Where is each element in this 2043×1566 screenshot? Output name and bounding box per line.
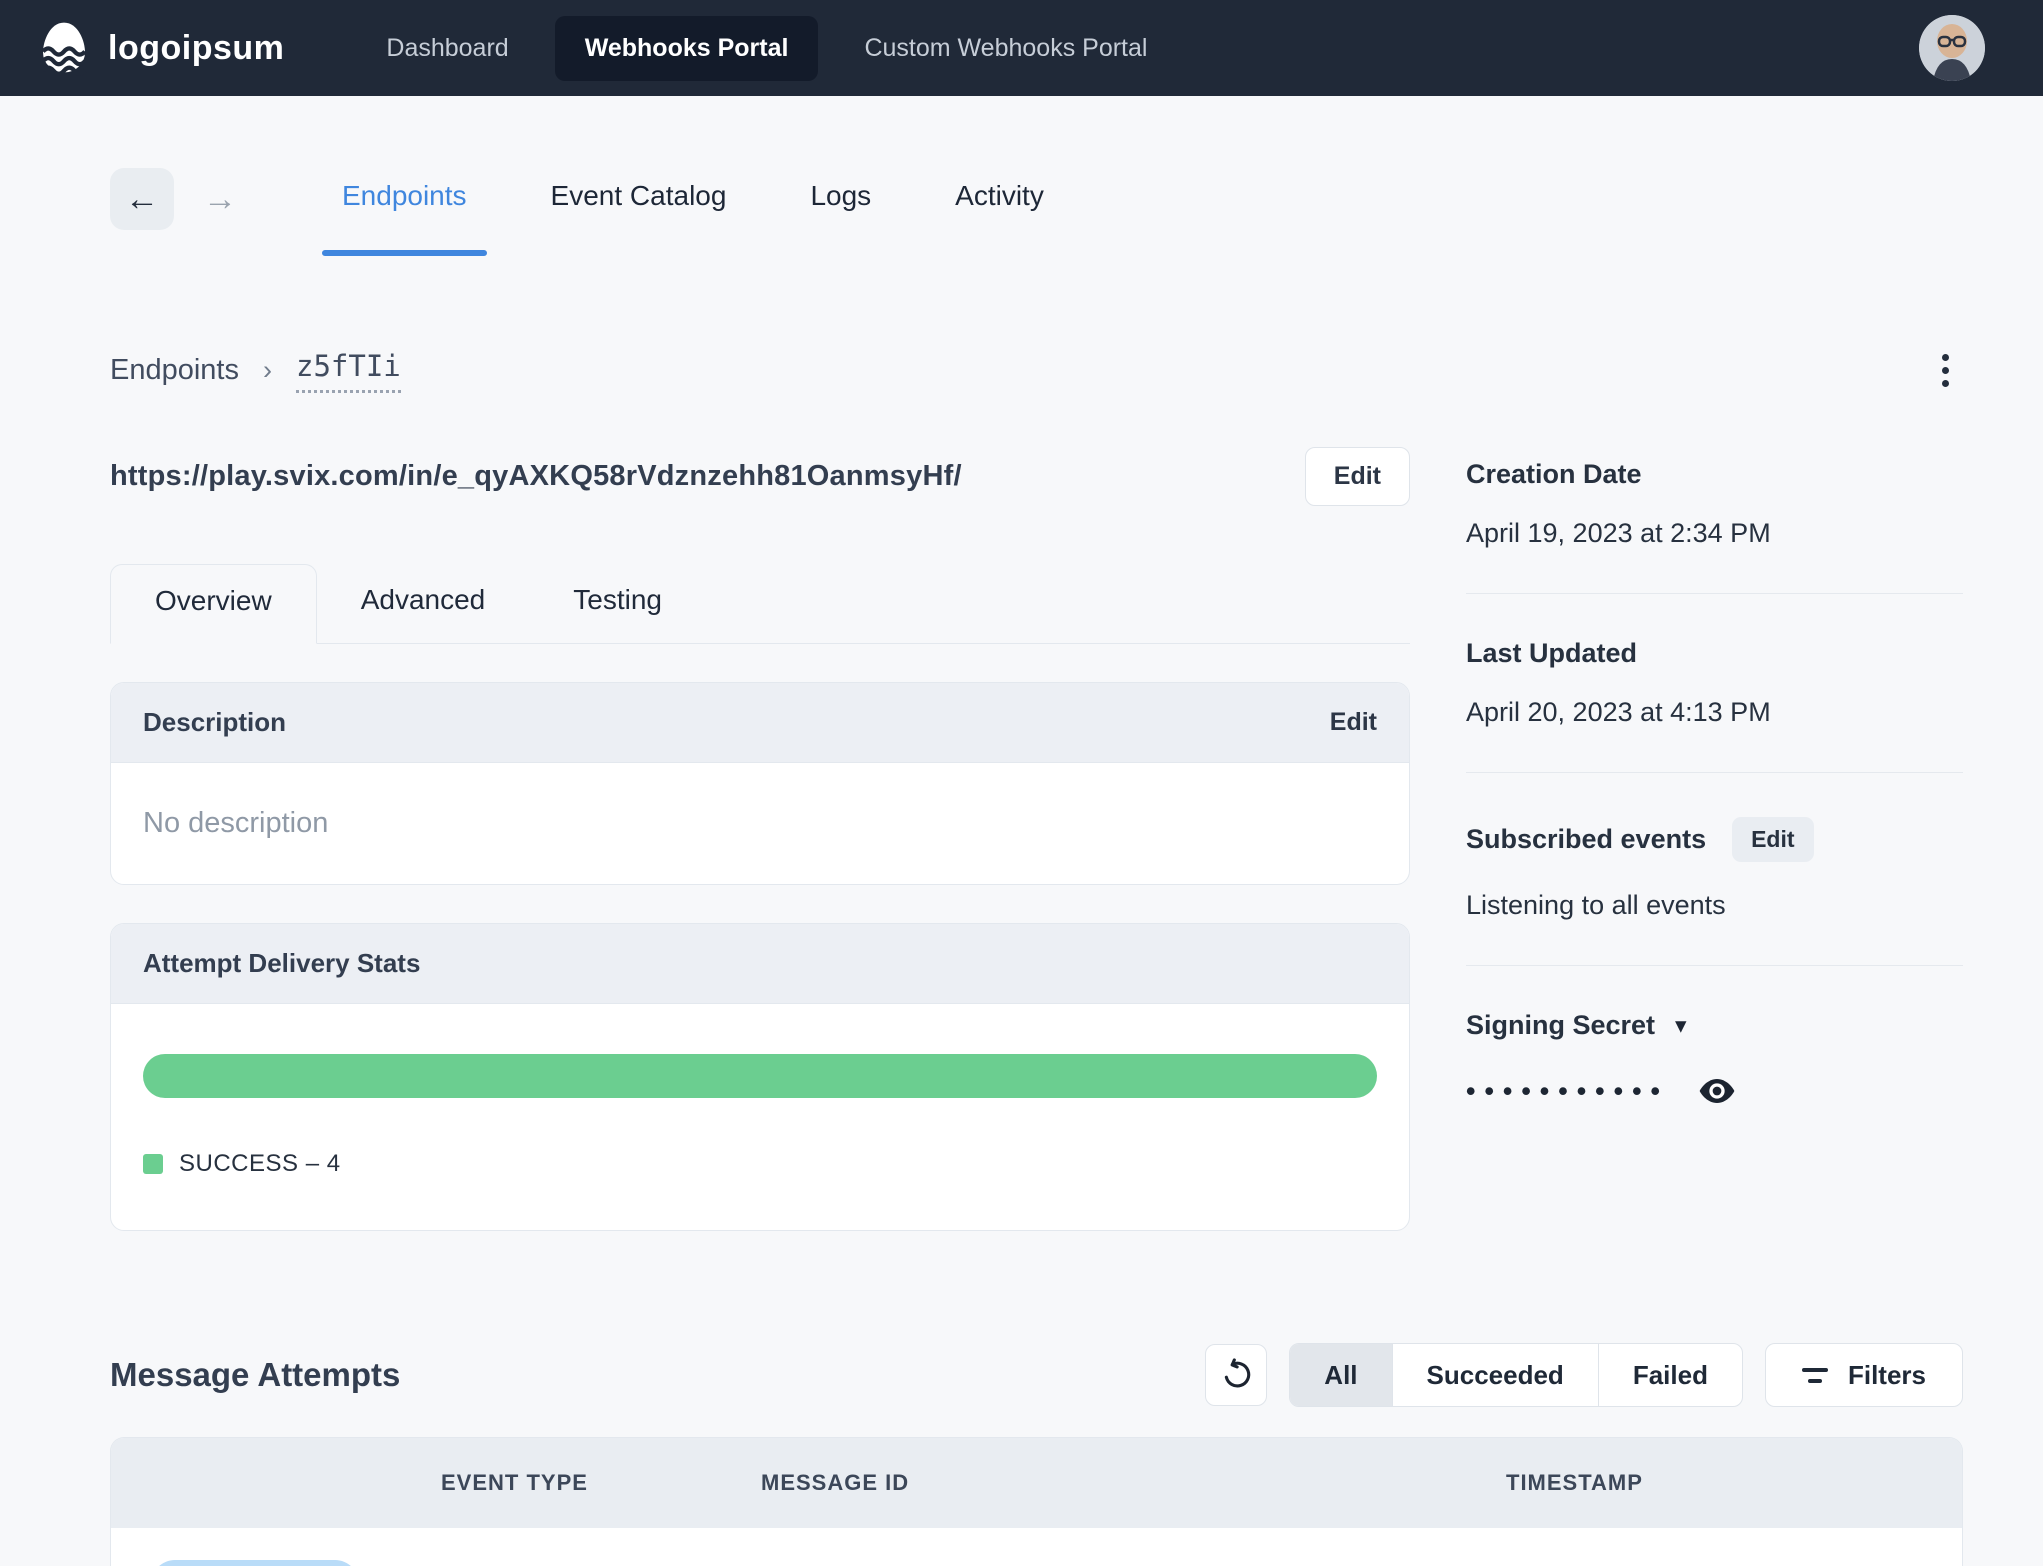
chevron-right-icon: › xyxy=(263,355,272,385)
delivery-stats-body: SUCCESS – 4 xyxy=(111,1004,1409,1230)
attempts-toolbar: All Succeeded Failed Filters xyxy=(1205,1343,1963,1407)
tab-activity[interactable]: Activity xyxy=(913,162,1086,256)
description-title: Description xyxy=(143,707,287,737)
endpoint-menu-kebab-icon[interactable] xyxy=(1928,344,1963,397)
creation-date-label: Creation Date xyxy=(1466,459,1642,489)
last-updated-value: April 20, 2023 at 4:13 PM xyxy=(1466,697,1771,727)
column-message-id: MESSAGE ID xyxy=(761,1470,910,1495)
creation-date-value: April 19, 2023 at 2:34 PM xyxy=(1466,518,1771,548)
breadcrumb-endpoints-link[interactable]: Endpoints xyxy=(110,354,239,387)
segment-failed[interactable]: Failed xyxy=(1599,1344,1742,1406)
refresh-button[interactable] xyxy=(1205,1344,1268,1406)
logo-text: logoipsum xyxy=(108,28,285,67)
column-timestamp: TIMESTAMP xyxy=(1506,1470,1643,1495)
nav-link-webhooks-portal[interactable]: Webhooks Portal xyxy=(554,15,819,81)
logo[interactable]: logoipsum xyxy=(36,20,284,76)
divider xyxy=(1466,772,1963,773)
chevron-down-icon[interactable]: ▾ xyxy=(1675,1012,1687,1039)
description-card: Description Edit No description xyxy=(110,682,1410,885)
top-navbar: logoipsum Dashboard Webhooks Portal Cust… xyxy=(0,0,2043,96)
nav-link-dashboard[interactable]: Dashboard xyxy=(356,16,538,81)
nav-link-custom-webhooks-portal[interactable]: Custom Webhooks Portal xyxy=(834,16,1177,81)
delivery-stats-card: Attempt Delivery Stats SUCCESS – 4 xyxy=(110,923,1410,1231)
message-attempts-header: Message Attempts All Succeeded Failed Fi… xyxy=(110,1343,1963,1407)
tab-endpoints[interactable]: Endpoints xyxy=(300,162,509,256)
message-attempts-title: Message Attempts xyxy=(110,1356,401,1393)
eye-icon[interactable] xyxy=(1697,1071,1737,1111)
signing-secret-row: Signing Secret ▾ xyxy=(1466,1010,1963,1041)
edit-subscribed-events-button[interactable]: Edit xyxy=(1732,817,1814,862)
delivery-stats-title: Attempt Delivery Stats xyxy=(143,948,421,978)
segment-all[interactable]: All xyxy=(1290,1344,1393,1406)
back-icon: ← xyxy=(125,179,159,218)
signing-secret-label: Signing Secret xyxy=(1466,1010,1656,1040)
portal-tabs: Endpoints Event Catalog Logs Activity xyxy=(300,162,1086,256)
tab-event-catalog[interactable]: Event Catalog xyxy=(509,162,769,256)
success-bar xyxy=(143,1054,1377,1098)
filter-icon xyxy=(1801,1367,1828,1383)
edit-description-button[interactable]: Edit xyxy=(1330,708,1377,737)
refresh-icon xyxy=(1219,1358,1253,1392)
endpoint-url: https://play.svix.com/in/e_qyAXKQ58rVdzn… xyxy=(110,460,962,492)
signing-secret-value-row: ••••••••••• xyxy=(1466,1071,1963,1111)
table-row[interactable]: ✓ Succeeded invoice.created msg_2cJyg8l1… xyxy=(111,1528,1962,1566)
avatar[interactable] xyxy=(1919,15,1985,81)
divider xyxy=(1466,965,1963,966)
detail-tabs: Overview Advanced Testing xyxy=(110,564,1410,644)
tab-testing[interactable]: Testing xyxy=(529,564,706,643)
row-kebab-icon[interactable] xyxy=(1900,1562,1922,1566)
last-updated-label: Last Updated xyxy=(1466,638,1638,668)
delivery-stats-header: Attempt Delivery Stats xyxy=(111,924,1409,1004)
portal-tab-bar: ← → Endpoints Event Catalog Logs Activit… xyxy=(110,162,1963,256)
tab-advanced[interactable]: Advanced xyxy=(317,564,530,643)
segment-succeeded[interactable]: Succeeded xyxy=(1393,1344,1599,1406)
forward-icon: → xyxy=(203,179,237,218)
tab-overview[interactable]: Overview xyxy=(110,564,317,644)
edit-url-button[interactable]: Edit xyxy=(1304,447,1410,506)
description-body: No description xyxy=(111,763,1409,884)
description-text: No description xyxy=(143,807,329,839)
message-attempts-table: EVENT TYPE MESSAGE ID TIMESTAMP ✓ Succee… xyxy=(110,1437,1963,1566)
table-header-row: EVENT TYPE MESSAGE ID TIMESTAMP xyxy=(111,1438,1962,1528)
content-columns: https://play.svix.com/in/e_qyAXKQ58rVdzn… xyxy=(110,447,1963,1231)
subscribed-events-value: Listening to all events xyxy=(1466,890,1726,920)
success-swatch xyxy=(143,1154,163,1174)
status-filter-segmented: All Succeeded Failed xyxy=(1289,1343,1743,1407)
page-content: ← → Endpoints Event Catalog Logs Activit… xyxy=(0,96,2043,1566)
description-card-header: Description Edit xyxy=(111,683,1409,763)
breadcrumb: Endpoints › z5fTIi xyxy=(110,344,1963,397)
divider xyxy=(1466,593,1963,594)
subscribed-events-label: Subscribed events xyxy=(1466,824,1707,854)
breadcrumb-endpoint-id[interactable]: z5fTIi xyxy=(296,349,401,393)
subscribed-events-row: Subscribed events Edit xyxy=(1466,817,1963,862)
logo-icon xyxy=(36,20,92,76)
tab-logs[interactable]: Logs xyxy=(768,162,913,256)
endpoint-url-row: https://play.svix.com/in/e_qyAXKQ58rVdzn… xyxy=(110,447,1410,506)
navbar-links: Dashboard Webhooks Portal Custom Webhook… xyxy=(356,15,1177,81)
status-badge: ✓ Succeeded xyxy=(151,1560,359,1566)
column-event-type: EVENT TYPE xyxy=(441,1470,588,1495)
stats-legend: SUCCESS – 4 xyxy=(143,1150,1377,1178)
filters-button[interactable]: Filters xyxy=(1764,1343,1963,1407)
endpoint-sidebar: Creation Date April 19, 2023 at 2:34 PM … xyxy=(1466,447,1963,1111)
back-button[interactable]: ← xyxy=(110,168,174,230)
filters-button-label: Filters xyxy=(1847,1359,1926,1390)
success-legend-label: SUCCESS – 4 xyxy=(179,1150,341,1177)
forward-button[interactable]: → xyxy=(188,168,252,230)
signing-secret-masked: ••••••••••• xyxy=(1466,1075,1669,1106)
endpoint-main: https://play.svix.com/in/e_qyAXKQ58rVdzn… xyxy=(110,447,1410,1231)
